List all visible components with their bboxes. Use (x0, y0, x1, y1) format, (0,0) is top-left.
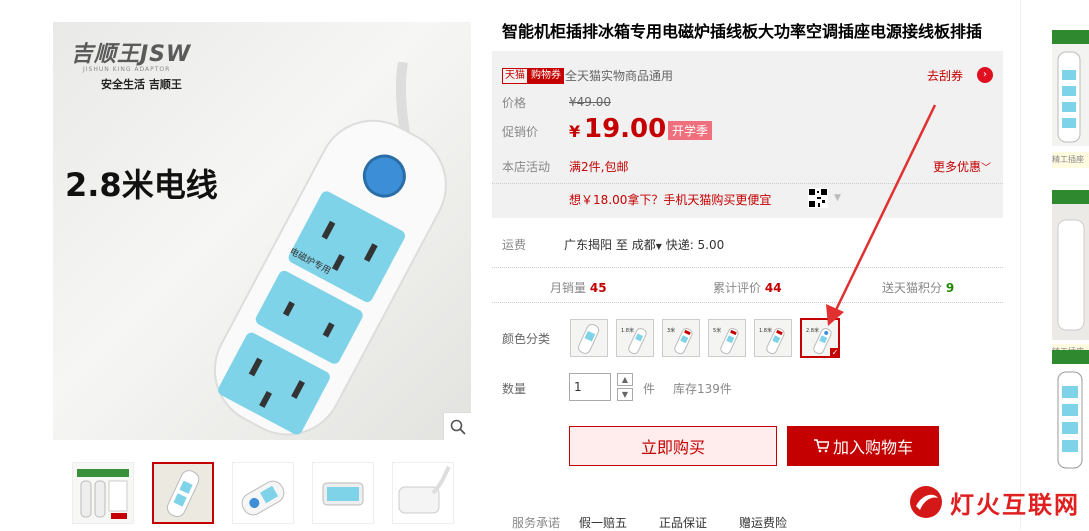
product-title: 智能机柜插排冰箱专用电磁炉插线板大功率空调插座电源接线板排插 (502, 22, 983, 41)
power-strip-illustration (213, 62, 447, 436)
mobile-promo-text[interactable]: 想￥18.00拿下？手机天猫购买更便宜 (569, 191, 771, 208)
recommend-label: 精工插座 (1052, 152, 1089, 168)
buy-now-button[interactable]: 立即购买 (569, 426, 777, 466)
recommend-item-3[interactable] (1052, 350, 1089, 470)
thumbnail-image (77, 469, 129, 519)
chevron-right-icon[interactable]: › (977, 67, 993, 83)
shipping-destination[interactable]: 成都 (632, 238, 656, 252)
swatch-image: 3米 (667, 327, 693, 355)
add-to-cart-button[interactable]: 加入购物车 (787, 426, 939, 466)
chevron-down-icon: ﹀ (981, 163, 992, 174)
recommend-image (1052, 30, 1089, 143)
checkmark-icon: ✓ (830, 348, 840, 358)
svg-text:1.8米: 1.8米 (759, 327, 772, 334)
currency-symbol: ¥ (569, 122, 581, 141)
swatch-image: 1.8米 (759, 327, 785, 355)
shipping-express: 快递: 5.00 (665, 238, 725, 252)
monthly-sales: 月销量 45 (550, 279, 607, 296)
thumbnail-1[interactable] (72, 462, 134, 524)
service-item[interactable]: 赠运费险 (739, 514, 787, 531)
recommend-item-1[interactable] (1052, 30, 1089, 146)
swatch-image (577, 323, 600, 354)
stat-label: 月销量 (550, 281, 587, 295)
recommend-image (1052, 190, 1089, 340)
stat-value: 45 (589, 281, 607, 295)
thumbnail-image (233, 463, 293, 523)
stock-info: 库存139件 (673, 382, 732, 396)
thumbnail-2[interactable] (152, 462, 214, 524)
thumbnail-image (154, 464, 212, 522)
increment-button[interactable]: ▲ (617, 373, 633, 386)
color-label: 颜色分类 (502, 332, 551, 346)
thumbnail-4[interactable] (312, 462, 374, 524)
swatch-image: 5米 (713, 327, 739, 355)
thumbnail-image (313, 463, 373, 523)
color-option-4[interactable]: 5米 (708, 319, 746, 357)
brand-logo-subtitle: JISHUN KING ADAPTOR (83, 66, 171, 73)
caret-down-icon[interactable]: ▼ (656, 242, 662, 251)
quantity-label: 数量 (502, 382, 527, 396)
shipping-to-word: 至 (615, 238, 628, 252)
promo-tag: 开学季 (668, 121, 713, 140)
review-count[interactable]: 累计评价 44 (713, 279, 782, 296)
zoom-button[interactable] (443, 412, 471, 440)
buy-now-label: 立即购买 (640, 438, 705, 457)
recommend-image (1052, 350, 1089, 470)
swatch-image: 1.8米 (621, 327, 647, 355)
service-item[interactable]: 假一赔五 (579, 514, 627, 531)
coupon-link[interactable]: 去刮券 (927, 67, 963, 84)
color-option-2[interactable]: 1.8米 (616, 319, 654, 357)
shipping-label: 运费 (502, 238, 527, 252)
main-product-image[interactable]: 吉顺王JSW JISHUN KING ADAPTOR 安全生活 吉顺王 2.8米… (53, 22, 471, 440)
shipping-from: 广东揭阳 (564, 238, 613, 252)
recommend-item-2[interactable] (1052, 190, 1089, 340)
svg-text:1.8米: 1.8米 (621, 327, 634, 334)
decrement-button[interactable]: ▼ (617, 388, 633, 401)
add-to-cart-label: 加入购物车 (832, 438, 913, 457)
stat-label: 累计评价 (713, 281, 762, 295)
svg-text:3米: 3米 (667, 327, 675, 334)
flame-logo-icon (910, 486, 942, 518)
coupon-text: 全天猫实物商品通用 (565, 69, 674, 83)
service-label: 服务承诺 (512, 516, 561, 530)
promo-price-label: 促销价 (502, 125, 539, 139)
chevron-down-icon: ▼ (621, 390, 629, 399)
brand-logo: 吉顺王JSW (71, 42, 192, 67)
color-option-1[interactable] (570, 319, 608, 357)
service-item[interactable]: 正品保证 (659, 514, 707, 531)
chevron-up-icon: ▲ (621, 375, 629, 384)
color-option-3[interactable]: 3米 (662, 319, 700, 357)
image-caption: 2.8米电线 (65, 166, 218, 204)
svg-text:5米: 5米 (713, 327, 721, 334)
original-price: ¥49.00 (569, 95, 611, 109)
store-activity-label: 本店活动 (502, 160, 551, 174)
brand-slogan: 安全生活 吉顺王 (101, 78, 182, 91)
stat-value: 44 (764, 281, 782, 295)
quantity-unit: 件 (643, 382, 656, 396)
thumbnail-3[interactable] (232, 462, 294, 524)
thumbnail-image (393, 463, 453, 523)
color-option-5[interactable]: 1.8米 (754, 319, 792, 357)
quantity-input[interactable]: 1 (569, 373, 611, 401)
price-label: 价格 (502, 96, 527, 110)
store-activity-text: 满2件,包邮 (569, 160, 629, 174)
shipping-info: 广东揭阳 至 成都▼ 快递: 5.00 (564, 236, 724, 253)
tmall-coupon-badge: 天猫 购物券 (502, 67, 564, 84)
site-watermark: 灯火互联网 (908, 480, 1089, 524)
magnifier-icon (450, 419, 466, 435)
watermark-text: 灯火互联网 (950, 490, 1080, 519)
annotation-arrow (826, 104, 937, 326)
cart-icon (813, 439, 829, 453)
promo-price: 19.00 (584, 114, 667, 144)
thumbnail-5[interactable] (392, 462, 454, 524)
tmall-badge: 天猫 (502, 68, 528, 84)
coupon-badge: 购物券 (528, 68, 564, 84)
svg-text:2.8米: 2.8米 (806, 327, 819, 334)
